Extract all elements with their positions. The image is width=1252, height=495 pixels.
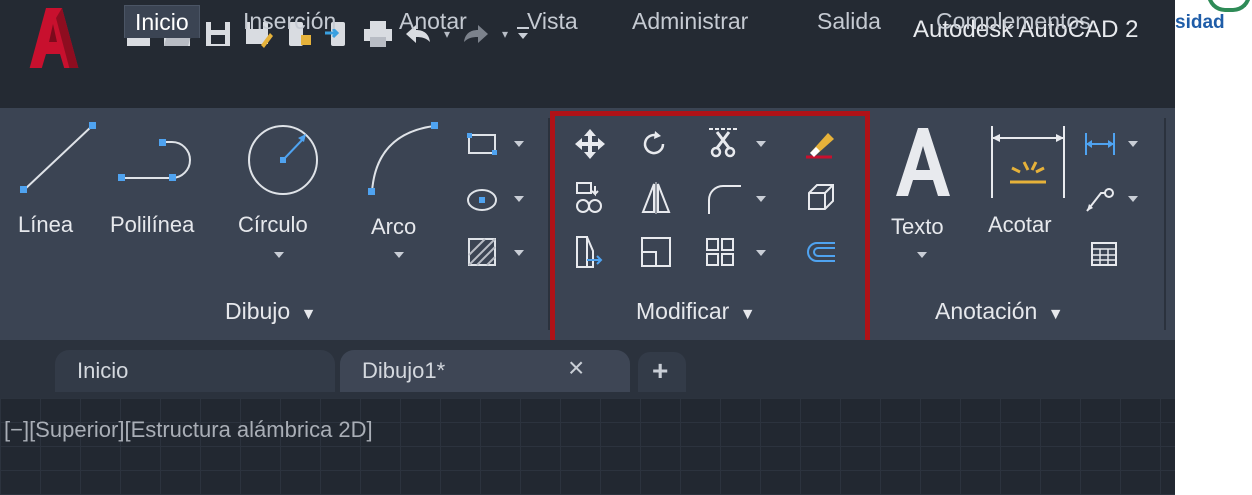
- text-button[interactable]: [888, 118, 958, 208]
- arc-dropdown-icon[interactable]: [394, 252, 404, 258]
- line-button[interactable]: [18, 120, 98, 270]
- tab-inicio[interactable]: Inicio: [124, 5, 200, 38]
- draw-panel-expand-icon: ▼: [300, 306, 317, 323]
- tab-anotar[interactable]: Anotar: [399, 5, 467, 37]
- overlay-text: sidad: [1175, 12, 1225, 33]
- tab-insercion[interactable]: Inserción: [243, 5, 336, 37]
- drawing-canvas[interactable]: [0, 398, 1175, 495]
- redo-dropdown-icon[interactable]: ▾: [496, 14, 514, 54]
- table-icon[interactable]: [1084, 234, 1124, 274]
- polyline-icon: [118, 139, 191, 181]
- tab-vista[interactable]: Vista: [527, 5, 578, 37]
- ellipse-icon[interactable]: [462, 180, 502, 220]
- plus-icon: +: [652, 355, 669, 386]
- arc-label: Arco: [371, 214, 417, 239]
- autocad-window: ▾ ▾ Autodesk AutoCAD 2 Inicio Inserción …: [0, 0, 1175, 495]
- polyline-button[interactable]: [112, 130, 202, 200]
- dimension-button[interactable]: [986, 122, 1070, 202]
- print-icon[interactable]: [358, 14, 398, 54]
- leader-dropdown-icon[interactable]: [1128, 196, 1138, 202]
- ellipse-dropdown-icon[interactable]: [514, 196, 524, 202]
- ribbon-tab-row: [0, 68, 1175, 108]
- rectangle-icon[interactable]: [462, 124, 502, 164]
- linear-dimension-dropdown-icon[interactable]: [1128, 141, 1138, 147]
- linear-dimension-icon[interactable]: [1080, 124, 1120, 164]
- polyline-label: Polilínea: [110, 212, 195, 237]
- annotation-panel-label: Anotación: [935, 298, 1038, 324]
- circle-label: Círculo: [238, 212, 308, 237]
- arc-icon: [368, 122, 438, 195]
- panel-separator: [1164, 118, 1166, 330]
- draw-panel-label: Dibujo: [225, 298, 291, 324]
- doc-tab-drawing1-label: Dibujo1*: [362, 358, 446, 383]
- circle-dropdown-icon[interactable]: [274, 252, 284, 258]
- tab-complementos[interactable]: Complementos: [936, 5, 1091, 37]
- close-tab-icon[interactable]: ×: [568, 352, 584, 384]
- line-label: Línea: [18, 212, 74, 237]
- page-background: [1175, 0, 1252, 495]
- draw-panel-title[interactable]: Dibujo ▼: [225, 298, 316, 325]
- tab-salida[interactable]: Salida: [817, 5, 881, 37]
- line-icon: [20, 122, 96, 193]
- modify-panel-highlight: [550, 111, 870, 347]
- doc-tab-start-label: Inicio: [77, 358, 129, 383]
- leader-icon[interactable]: [1080, 178, 1120, 218]
- hatch-icon[interactable]: [462, 232, 502, 272]
- dimension-label: Acotar: [988, 212, 1052, 237]
- circle-icon: [248, 125, 318, 195]
- arc-button[interactable]: [362, 120, 442, 200]
- hatch-dropdown-icon[interactable]: [514, 250, 524, 256]
- annotation-panel-expand-icon: ▼: [1047, 306, 1064, 323]
- save-icon[interactable]: [198, 14, 238, 54]
- rectangle-dropdown-icon[interactable]: [514, 141, 524, 147]
- circle-button[interactable]: [238, 120, 328, 200]
- text-label: Texto: [891, 214, 944, 239]
- dimension-icon: [991, 126, 1065, 198]
- text-dropdown-icon[interactable]: [917, 252, 927, 258]
- annotation-panel-title[interactable]: Anotación ▼: [935, 298, 1064, 325]
- text-icon: [896, 128, 950, 196]
- viewport-controls[interactable]: [−][Superior][Estructura alámbrica 2D]: [4, 417, 373, 443]
- tab-administrar[interactable]: Administrar: [632, 5, 748, 37]
